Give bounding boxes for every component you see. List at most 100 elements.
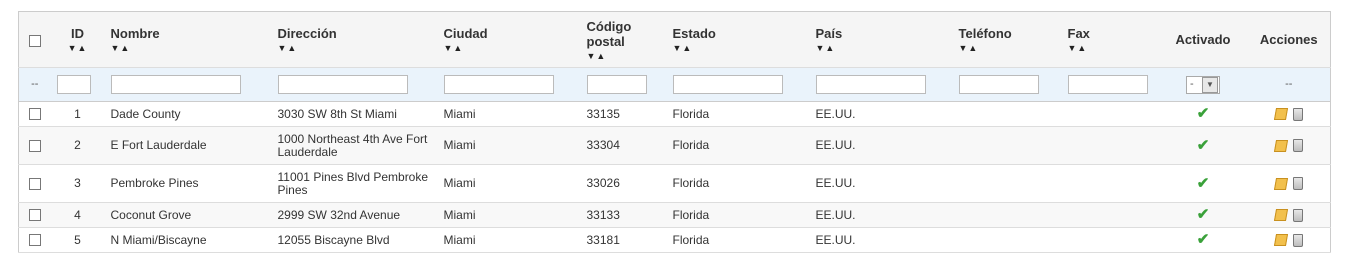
edit-icon[interactable] — [1273, 108, 1288, 121]
row-nombre: Pembroke Pines — [110, 176, 199, 190]
row-acciones — [1248, 102, 1331, 127]
row-codigo-postal: 33181 — [586, 232, 620, 247]
row-codigo-postal: 33133 — [586, 207, 620, 222]
row-checkbox[interactable] — [28, 234, 41, 247]
header-acciones: Acciones — [1248, 12, 1331, 68]
sort-codigo-postal-arrows[interactable]: ▼▲ — [587, 51, 667, 61]
header-direccion-label: Dirección — [277, 26, 337, 41]
table-row: 4 Coconut Grove 2999 SW 32nd Avenue Miam… — [18, 202, 1331, 228]
delete-icon[interactable] — [1292, 107, 1303, 121]
row-telefono — [953, 203, 1062, 228]
row-activado: ✔ — [1159, 102, 1248, 127]
row-telefono — [953, 127, 1062, 165]
table-row: 3 Pembroke Pines 11001 Pines Blvd Pembro… — [18, 165, 1331, 203]
sort-direccion-arrows[interactable]: ▼▲ — [278, 43, 438, 53]
filter-fax-cell — [1062, 68, 1159, 102]
filter-activado-select[interactable]: - ▼ — [1186, 75, 1220, 94]
filter-activado-value: - — [1190, 78, 1194, 90]
header-id: ID ▼▲ — [51, 12, 105, 68]
sort-ciudad-arrows[interactable]: ▼▲ — [444, 43, 581, 53]
row-direccion: 3030 SW 8th St Miami — [277, 106, 397, 121]
check-icon[interactable]: ✔ — [1197, 175, 1210, 192]
sort-fax-arrows[interactable]: ▼▲ — [1068, 43, 1159, 53]
row-select-cell — [19, 203, 51, 228]
row-fax — [1062, 203, 1159, 228]
row-id: 5 — [74, 232, 81, 247]
delete-icon[interactable] — [1292, 177, 1303, 191]
header-pais: País ▼▲ — [810, 12, 953, 68]
row-pais: EE.UU. — [815, 138, 856, 152]
edit-icon[interactable] — [1273, 177, 1288, 190]
filter-nombre-input[interactable] — [110, 75, 241, 94]
filter-pais-input[interactable] — [815, 75, 926, 94]
row-ciudad: Miami — [443, 232, 476, 247]
table-row: 1 Dade County 3030 SW 8th St Miami Miami… — [18, 102, 1331, 127]
row-nombre: E Fort Lauderdale — [110, 138, 207, 152]
row-select-cell — [19, 165, 51, 203]
sort-pais-arrows[interactable]: ▼▲ — [816, 43, 953, 53]
edit-icon[interactable] — [1273, 234, 1288, 247]
header-codigo-label-1: Código — [586, 18, 632, 34]
header-acciones-label: Acciones — [1259, 32, 1318, 47]
check-icon[interactable]: ✔ — [1197, 206, 1210, 223]
row-ciudad: Miami — [443, 106, 476, 121]
header-estado-label: Estado — [672, 26, 716, 41]
header-id-label: ID — [71, 26, 84, 41]
header-ciudad: Ciudad ▼▲ — [438, 12, 581, 68]
filter-ciudad-cell — [438, 68, 581, 102]
filter-acciones-cell: -- — [1285, 78, 1293, 90]
sort-nombre-arrows[interactable]: ▼▲ — [111, 43, 272, 53]
row-pais: EE.UU. — [815, 106, 856, 121]
row-checkbox[interactable] — [28, 108, 41, 121]
row-ciudad: Miami — [443, 207, 476, 222]
row-checkbox[interactable] — [28, 209, 41, 222]
sort-telefono-arrows[interactable]: ▼▲ — [959, 43, 1062, 53]
row-codigo-postal: 33135 — [586, 106, 620, 121]
row-fax — [1062, 228, 1159, 253]
row-fax — [1062, 127, 1159, 165]
delete-icon[interactable] — [1292, 233, 1303, 247]
header-estado: Estado ▼▲ — [667, 12, 810, 68]
filter-nombre-cell — [105, 68, 272, 102]
row-acciones — [1248, 203, 1331, 228]
filter-codigo-postal-input[interactable] — [586, 75, 647, 94]
row-codigo-postal: 33026 — [586, 176, 620, 190]
row-telefono — [953, 228, 1062, 253]
row-activado: ✔ — [1159, 203, 1248, 228]
select-all-checkbox[interactable] — [28, 34, 41, 47]
check-icon[interactable]: ✔ — [1197, 105, 1210, 122]
stores-table: ID ▼▲ Nombre ▼▲ Dirección ▼▲ Ciudad ▼▲ C… — [18, 11, 1331, 253]
table-row: 2 E Fort Lauderdale 1000 Northeast 4th A… — [18, 126, 1331, 165]
filter-ciudad-input[interactable] — [443, 75, 554, 94]
row-checkbox[interactable] — [28, 177, 41, 190]
select-all-cell — [19, 12, 51, 68]
header-nombre-label: Nombre — [110, 26, 160, 41]
header-activado-label: Activado — [1175, 32, 1231, 47]
check-icon[interactable]: ✔ — [1197, 137, 1210, 154]
filter-id-input[interactable] — [56, 75, 91, 94]
filter-estado-input[interactable] — [672, 75, 783, 94]
edit-icon[interactable] — [1273, 139, 1288, 152]
row-ciudad: Miami — [443, 138, 476, 152]
header-row: ID ▼▲ Nombre ▼▲ Dirección ▼▲ Ciudad ▼▲ C… — [18, 11, 1331, 68]
filter-telefono-input[interactable] — [958, 75, 1039, 94]
delete-icon[interactable] — [1292, 208, 1303, 222]
row-telefono — [953, 165, 1062, 203]
check-icon[interactable]: ✔ — [1197, 231, 1210, 248]
row-checkbox[interactable] — [28, 139, 41, 152]
row-estado: Florida — [672, 138, 710, 152]
delete-icon[interactable] — [1292, 139, 1303, 153]
header-codigo-label-2: postal — [586, 33, 625, 49]
header-telefono-label: Teléfono — [958, 26, 1012, 41]
filter-direccion-input[interactable] — [277, 75, 408, 94]
filter-telefono-cell — [953, 68, 1062, 102]
chevron-down-icon: ▼ — [1202, 76, 1218, 93]
row-nombre: Dade County — [110, 106, 181, 121]
edit-icon[interactable] — [1273, 209, 1288, 222]
row-id: 2 — [74, 138, 81, 152]
row-pais: EE.UU. — [815, 176, 856, 190]
sort-id-arrows[interactable]: ▼▲ — [51, 43, 105, 53]
sort-estado-arrows[interactable]: ▼▲ — [673, 43, 810, 53]
filter-fax-input[interactable] — [1067, 75, 1148, 94]
row-pais: EE.UU. — [815, 232, 856, 247]
